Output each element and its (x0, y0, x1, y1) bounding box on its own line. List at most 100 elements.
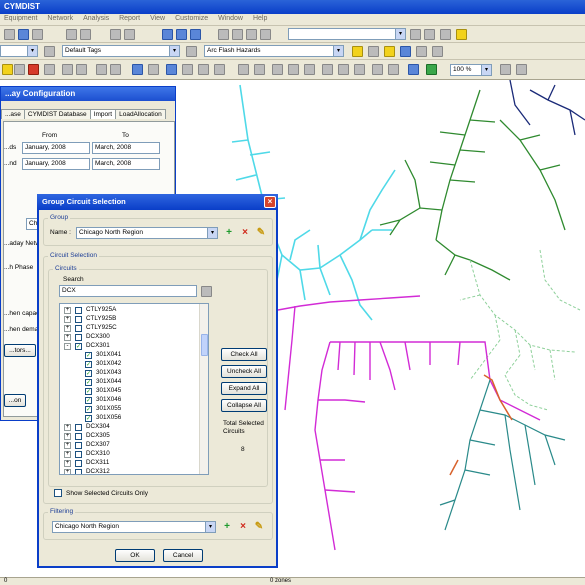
route-icon[interactable] (372, 64, 383, 75)
down-icon[interactable] (288, 64, 299, 75)
arrow-left-icon[interactable] (254, 64, 265, 75)
cut-icon[interactable] (14, 64, 25, 75)
cancel-button[interactable]: Cancel (163, 549, 203, 562)
undo-icon[interactable] (110, 29, 121, 40)
search-icon[interactable] (201, 286, 212, 297)
arrow-right-icon[interactable] (238, 64, 249, 75)
tree-checkbox[interactable] (75, 325, 82, 332)
tree-checkbox[interactable] (75, 442, 82, 449)
menu-customize[interactable]: Customize (171, 14, 212, 22)
menu-analysis[interactable]: Analysis (79, 14, 113, 22)
tree-checkbox[interactable]: ✓ (85, 406, 92, 413)
pan-icon[interactable] (500, 64, 511, 75)
flip-icon[interactable] (354, 64, 365, 75)
find-icon[interactable] (410, 29, 421, 40)
back-icon[interactable] (66, 29, 77, 40)
tab-import[interactable]: Import (89, 109, 117, 119)
uncheck-all-button[interactable]: Uncheck All (221, 365, 267, 378)
expand-icon[interactable]: + (64, 442, 71, 449)
find-next-icon[interactable] (424, 29, 435, 40)
branch-icon[interactable] (110, 64, 121, 75)
node-icon[interactable] (96, 64, 107, 75)
tree-checkbox[interactable]: ✓ (85, 415, 92, 422)
tags-edit-icon[interactable] (186, 46, 197, 57)
map-icon[interactable] (426, 64, 437, 75)
open-icon[interactable] (4, 29, 15, 40)
expand-icon[interactable]: + (64, 469, 71, 474)
tree-checkbox[interactable]: ✓ (85, 361, 92, 368)
align-icon[interactable] (304, 64, 315, 75)
chevron-down-icon[interactable]: ▾ (27, 46, 37, 56)
check-all-button[interactable]: Check All (221, 348, 267, 361)
menu-help[interactable]: Help (249, 14, 271, 22)
rotate-icon[interactable] (338, 64, 349, 75)
zoom-in-icon[interactable] (162, 29, 173, 40)
section-icon[interactable] (132, 64, 143, 75)
expand-icon[interactable]: + (64, 451, 71, 458)
collapse-icon[interactable]: - (64, 343, 71, 350)
select-icon[interactable] (2, 64, 13, 75)
warning-icon[interactable] (384, 46, 395, 57)
zoom-fit-icon[interactable] (190, 29, 201, 40)
bus-icon[interactable] (182, 64, 193, 75)
menu-report[interactable]: Report (115, 14, 144, 22)
tree-checkbox[interactable] (75, 307, 82, 314)
move-icon[interactable] (44, 64, 55, 75)
tree-checkbox[interactable]: ✓ (85, 388, 92, 395)
expand-icon[interactable]: + (64, 316, 71, 323)
delete-icon[interactable]: × (240, 228, 250, 238)
chevron-down-icon[interactable]: ▾ (205, 522, 215, 532)
menu-view[interactable]: View (146, 14, 169, 22)
filter-add-icon[interactable]: + (222, 522, 232, 532)
expand-icon[interactable]: + (64, 424, 71, 431)
analysis-icon[interactable] (400, 46, 411, 57)
lightning-icon[interactable] (352, 46, 363, 57)
expand-icon[interactable]: + (64, 325, 71, 332)
name-combo[interactable]: Chicago North Region ▾ (76, 227, 218, 239)
chevron-down-icon[interactable]: ▾ (169, 46, 179, 56)
row2-to-field[interactable]: March, 2008 (92, 158, 160, 170)
grid-icon[interactable] (232, 29, 243, 40)
chevron-down-icon[interactable]: ▾ (333, 46, 343, 56)
layer-combo[interactable]: ▾ (0, 45, 38, 57)
properties-icon[interactable] (440, 29, 451, 40)
up-icon[interactable] (272, 64, 283, 75)
menu-equipment[interactable]: Equipment (0, 14, 41, 22)
close-icon[interactable]: × (264, 196, 276, 208)
tab-load-allocation[interactable]: LoadAllocation (115, 109, 166, 119)
pointer-icon[interactable] (62, 64, 73, 75)
tree-checkbox[interactable]: ✓ (85, 379, 92, 386)
add-icon[interactable]: + (224, 228, 234, 238)
menu-network[interactable]: Network (43, 14, 77, 22)
globe-icon[interactable] (408, 64, 419, 75)
connect-icon[interactable] (76, 64, 87, 75)
delete-icon[interactable] (28, 64, 39, 75)
tree-checkbox[interactable] (75, 451, 82, 458)
expand-icon[interactable]: + (64, 334, 71, 341)
forward-icon[interactable] (80, 29, 91, 40)
edit-icon[interactable]: ✎ (256, 228, 266, 238)
tree-checkbox[interactable]: ✓ (85, 397, 92, 404)
tab-cymdist-database[interactable]: CYMDIST Database (23, 109, 91, 119)
zoom-combo[interactable]: 100 % ▾ (450, 64, 492, 76)
run-icon[interactable] (368, 46, 379, 57)
refresh-icon[interactable] (516, 64, 527, 75)
expand-icon[interactable]: + (64, 307, 71, 314)
results-icon[interactable] (416, 46, 427, 57)
tab-base[interactable]: ...ase (1, 109, 25, 119)
tree-checkbox[interactable] (75, 469, 82, 474)
tree-checkbox[interactable] (75, 316, 82, 323)
tree-checkbox[interactable] (75, 433, 82, 440)
filter-edit-icon[interactable]: ✎ (254, 522, 264, 532)
bottom-button[interactable]: ...on (4, 394, 26, 407)
report-icon[interactable] (260, 29, 271, 40)
ok-button[interactable]: OK (115, 549, 155, 562)
highlight-icon[interactable] (456, 29, 467, 40)
menu-window[interactable]: Window (214, 14, 247, 22)
tags-settings-icon[interactable] (44, 46, 55, 57)
tree-checkbox[interactable]: ✓ (75, 343, 82, 350)
row1-to-field[interactable]: March, 2008 (92, 142, 160, 154)
zoom-out-icon[interactable] (176, 29, 187, 40)
redo-icon[interactable] (124, 29, 135, 40)
hazard-combo[interactable]: Arc Flash Hazards ▾ (204, 45, 344, 57)
